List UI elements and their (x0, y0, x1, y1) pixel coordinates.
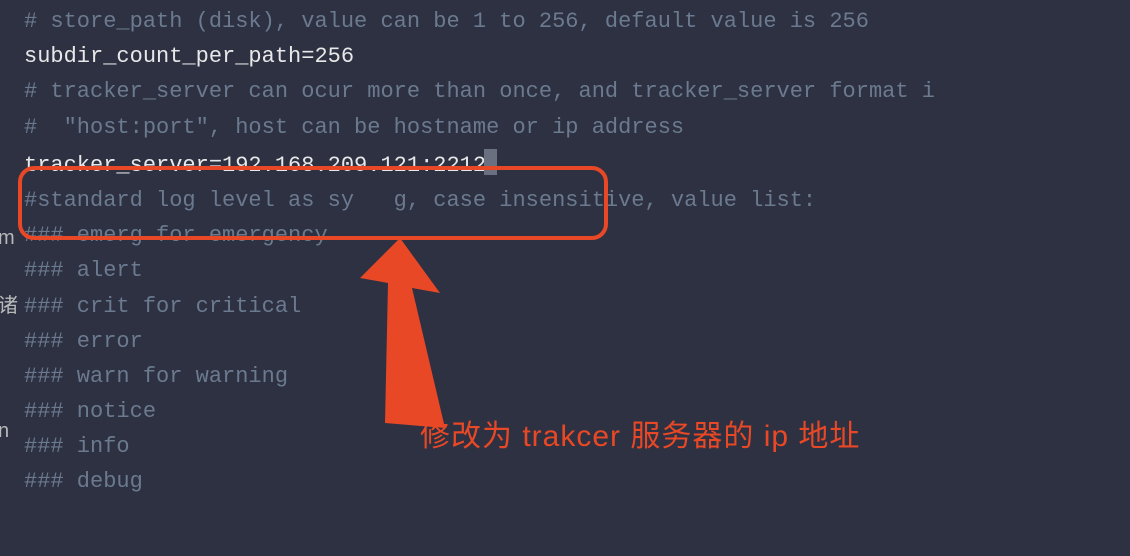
tracker-server-line: tracker_server=192.168.209.121:2212 (24, 145, 1130, 183)
comment-line: ### debug (24, 464, 1130, 499)
comment-line: # "host:port", host can be hostname or i… (24, 110, 1130, 145)
comment-line: ### error (24, 324, 1130, 359)
comment-line: ### warn for warning (24, 359, 1130, 394)
comment-line: ### crit for critical (24, 289, 1130, 324)
config-line: subdir_count_per_path=256 (24, 39, 1130, 74)
comment-line: #standard log level as sy g, case insens… (24, 183, 1130, 218)
margin-char: m (0, 222, 15, 254)
margin-char: 诸 (0, 290, 18, 322)
comment-line: ### alert (24, 253, 1130, 288)
comment-line: # store_path (disk), value can be 1 to 2… (24, 4, 1130, 39)
margin-char: n (0, 415, 9, 447)
cursor-icon (484, 149, 497, 175)
comment-line: ### emerg for emergency (24, 218, 1130, 253)
tracker-server-value: tracker_server=192.168.209.121:2212 (24, 153, 486, 178)
annotation-label: 修改为 trakcer 服务器的 ip 地址 (420, 413, 860, 461)
comment-line: # tracker_server can ocur more than once… (24, 74, 1130, 109)
